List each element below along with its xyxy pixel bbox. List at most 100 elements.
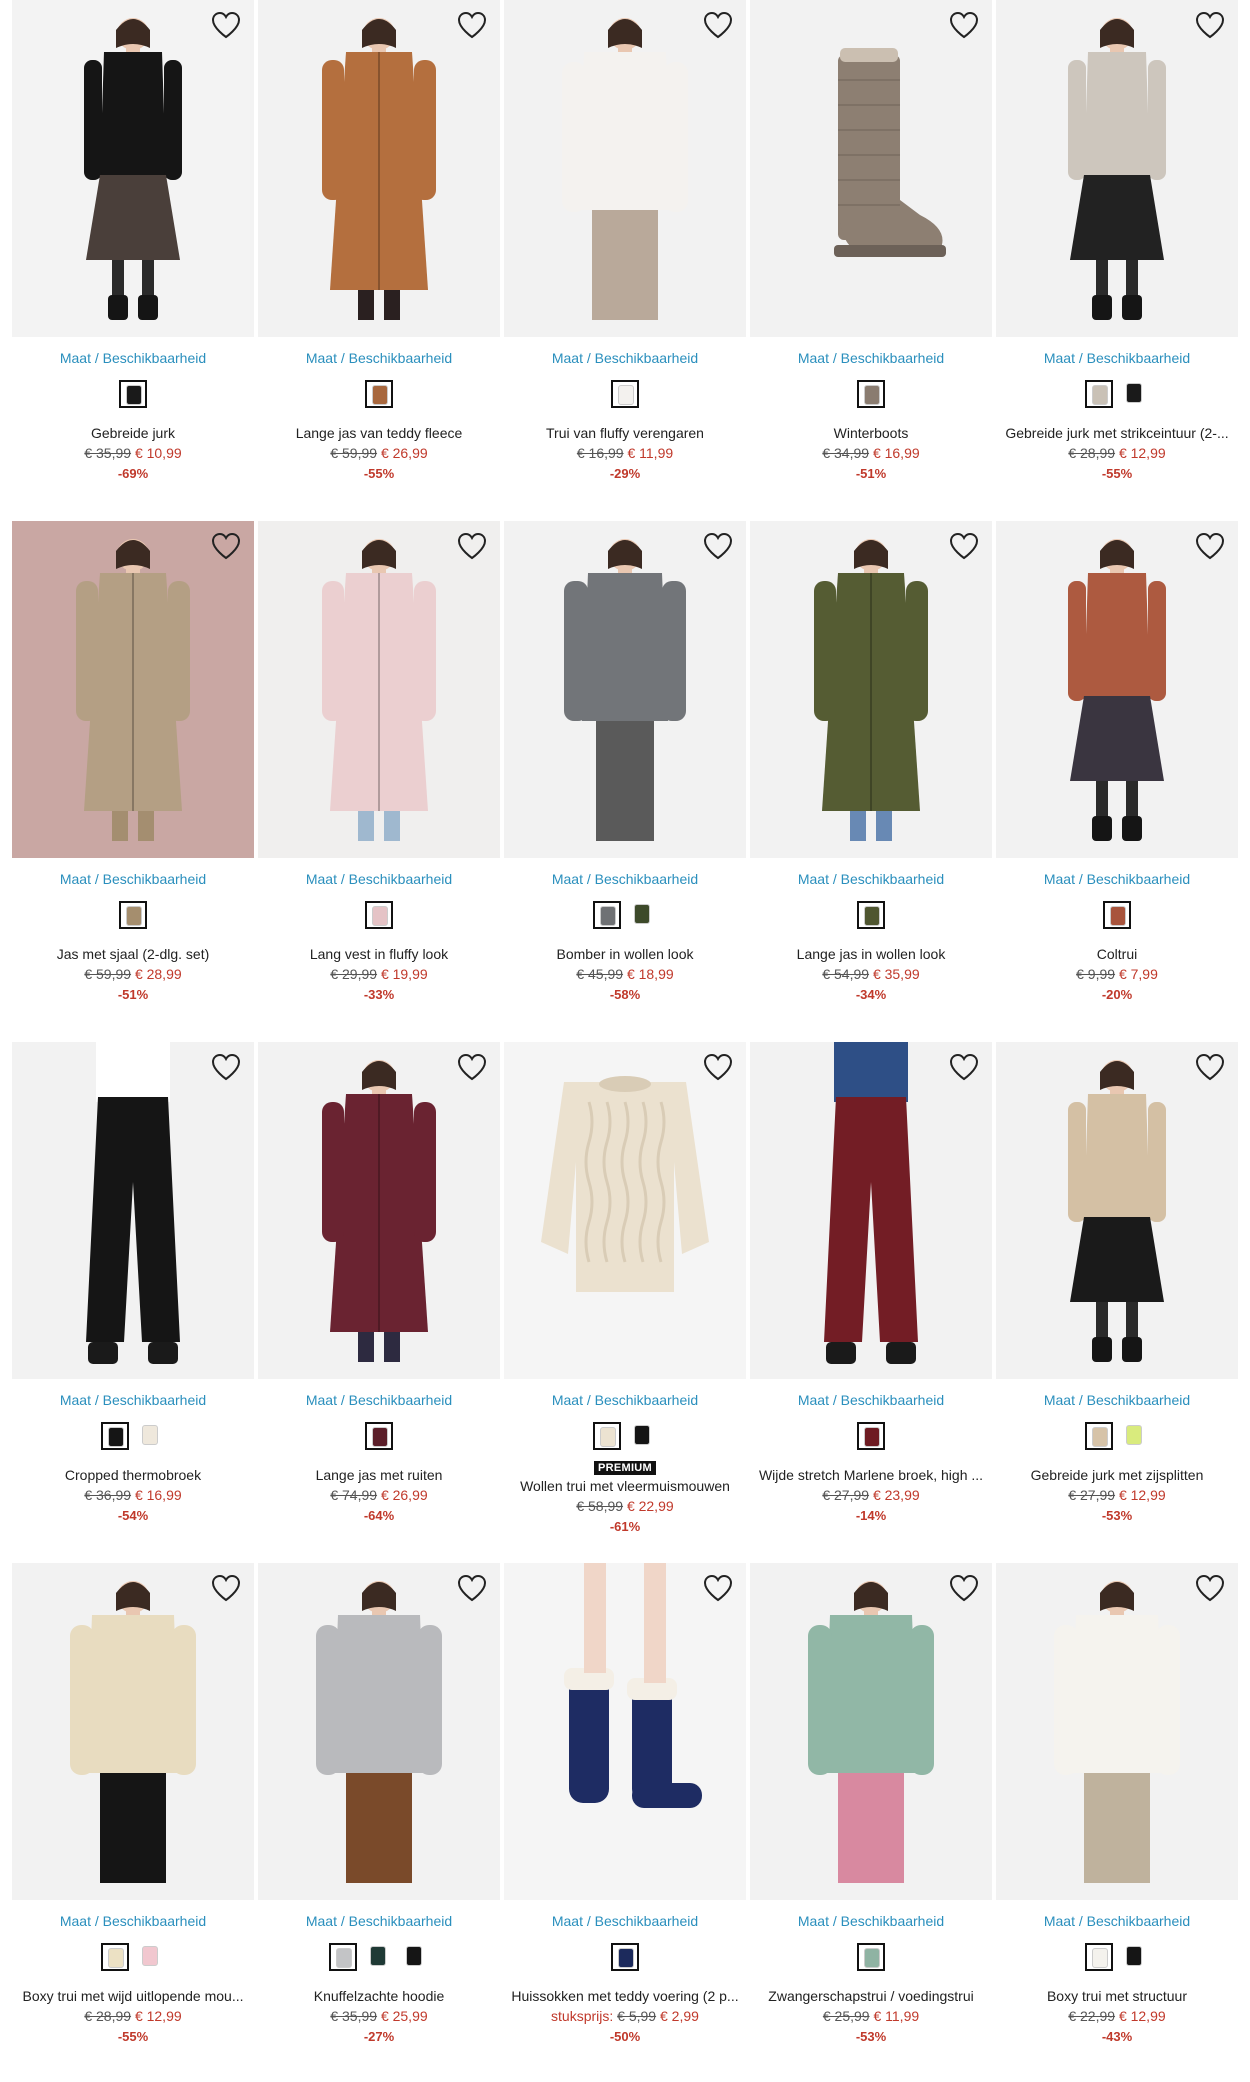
color-swatch[interactable]	[629, 901, 657, 929]
size-availability-link[interactable]: Maat / Beschikbaarheid	[504, 871, 746, 887]
product-image[interactable]	[504, 1563, 746, 1900]
wishlist-heart-icon[interactable]	[1194, 10, 1226, 40]
color-swatch[interactable]	[401, 1943, 429, 1971]
product-image[interactable]	[996, 0, 1238, 337]
size-availability-link[interactable]: Maat / Beschikbaarheid	[258, 1913, 500, 1929]
wishlist-heart-icon[interactable]	[948, 1052, 980, 1082]
color-swatch[interactable]	[1085, 1943, 1113, 1971]
size-availability-link[interactable]: Maat / Beschikbaarheid	[258, 871, 500, 887]
wishlist-heart-icon[interactable]	[456, 1052, 488, 1082]
color-swatch[interactable]	[629, 1422, 657, 1450]
product-image[interactable]	[504, 0, 746, 337]
wishlist-heart-icon[interactable]	[948, 1573, 980, 1603]
product-card[interactable]: Maat / Beschikbaarheid Boxy trui met wijd…	[12, 1563, 254, 2063]
product-image[interactable]	[12, 1563, 254, 1900]
product-name[interactable]: Lange jas van teddy fleece	[260, 425, 498, 441]
product-card[interactable]: Maat / Beschikbaarheid Lange jas met ruit…	[258, 1042, 500, 1542]
color-swatch[interactable]	[365, 380, 393, 408]
product-name[interactable]: Huissokken met teddy voering (2 p...	[506, 1988, 744, 2004]
product-name[interactable]: Lang vest in fluffy look	[260, 946, 498, 962]
product-name[interactable]: Bomber in wollen look	[506, 946, 744, 962]
product-image[interactable]	[258, 0, 500, 337]
product-card[interactable]: Maat / Beschikbaarheid Cropped thermobroe…	[12, 1042, 254, 1542]
product-card[interactable]: Maat / Beschikbaarheid Trui van fluffy ve…	[504, 0, 746, 500]
product-name[interactable]: Coltrui	[998, 946, 1236, 962]
wishlist-heart-icon[interactable]	[948, 531, 980, 561]
color-swatch[interactable]	[857, 901, 885, 929]
color-swatch[interactable]	[119, 380, 147, 408]
wishlist-heart-icon[interactable]	[210, 531, 242, 561]
color-swatch[interactable]	[365, 1943, 393, 1971]
product-card[interactable]: Maat / Beschikbaarheid PREMIUM Wollen trui…	[504, 1042, 746, 1542]
color-swatch[interactable]	[857, 1943, 885, 1971]
size-availability-link[interactable]: Maat / Beschikbaarheid	[996, 871, 1238, 887]
size-availability-link[interactable]: Maat / Beschikbaarheid	[504, 1913, 746, 1929]
size-availability-link[interactable]: Maat / Beschikbaarheid	[258, 1392, 500, 1408]
product-image[interactable]	[504, 521, 746, 858]
product-card[interactable]: Maat / Beschikbaarheid Winterboots € 34,99…	[750, 0, 992, 500]
product-name[interactable]: Trui van fluffy verengaren	[506, 425, 744, 441]
wishlist-heart-icon[interactable]	[948, 10, 980, 40]
color-swatch[interactable]	[857, 1422, 885, 1450]
product-name[interactable]: Gebreide jurk met strikceintuur (2-...	[998, 425, 1236, 441]
wishlist-heart-icon[interactable]	[456, 1573, 488, 1603]
size-availability-link[interactable]: Maat / Beschikbaarheid	[12, 871, 254, 887]
size-availability-link[interactable]: Maat / Beschikbaarheid	[750, 1913, 992, 1929]
product-image[interactable]	[750, 1042, 992, 1379]
product-name[interactable]: Lange jas met ruiten	[260, 1467, 498, 1483]
color-swatch[interactable]	[365, 1422, 393, 1450]
color-swatch[interactable]	[101, 1943, 129, 1971]
size-availability-link[interactable]: Maat / Beschikbaarheid	[12, 1913, 254, 1929]
color-swatch[interactable]	[329, 1943, 357, 1971]
color-swatch[interactable]	[1121, 1422, 1149, 1450]
color-swatch[interactable]	[611, 1943, 639, 1971]
color-swatch[interactable]	[593, 901, 621, 929]
size-availability-link[interactable]: Maat / Beschikbaarheid	[750, 871, 992, 887]
product-card[interactable]: Maat / Beschikbaarheid Lange jas in wolle…	[750, 521, 992, 1021]
size-availability-link[interactable]: Maat / Beschikbaarheid	[996, 1392, 1238, 1408]
product-image[interactable]	[12, 1042, 254, 1379]
product-card[interactable]: Maat / Beschikbaarheid Jas met sjaal (2-d…	[12, 521, 254, 1021]
color-swatch[interactable]	[101, 1422, 129, 1450]
size-availability-link[interactable]: Maat / Beschikbaarheid	[12, 350, 254, 366]
wishlist-heart-icon[interactable]	[702, 1052, 734, 1082]
wishlist-heart-icon[interactable]	[702, 531, 734, 561]
size-availability-link[interactable]: Maat / Beschikbaarheid	[750, 1392, 992, 1408]
wishlist-heart-icon[interactable]	[210, 1052, 242, 1082]
wishlist-heart-icon[interactable]	[456, 531, 488, 561]
product-name[interactable]: Winterboots	[752, 425, 990, 441]
color-swatch[interactable]	[1121, 380, 1149, 408]
size-availability-link[interactable]: Maat / Beschikbaarheid	[996, 350, 1238, 366]
wishlist-heart-icon[interactable]	[1194, 1573, 1226, 1603]
size-availability-link[interactable]: Maat / Beschikbaarheid	[996, 1913, 1238, 1929]
color-swatch[interactable]	[1121, 1943, 1149, 1971]
color-swatch[interactable]	[365, 901, 393, 929]
size-availability-link[interactable]: Maat / Beschikbaarheid	[258, 350, 500, 366]
color-swatch[interactable]	[137, 1422, 165, 1450]
product-name[interactable]: Gebreide jurk met zijsplitten	[998, 1467, 1236, 1483]
wishlist-heart-icon[interactable]	[210, 10, 242, 40]
product-image[interactable]	[12, 521, 254, 858]
product-name[interactable]: Jas met sjaal (2-dlg. set)	[14, 946, 252, 962]
product-card[interactable]: Maat / Beschikbaarheid Huissokken met ted…	[504, 1563, 746, 2063]
product-name[interactable]: Boxy trui met wijd uitlopende mou...	[14, 1988, 252, 2004]
product-image[interactable]	[12, 0, 254, 337]
product-image[interactable]	[750, 521, 992, 858]
product-image[interactable]	[504, 1042, 746, 1379]
product-name[interactable]: Wollen trui met vleermuismouwen	[506, 1478, 744, 1494]
product-image[interactable]	[996, 521, 1238, 858]
color-swatch[interactable]	[1085, 380, 1113, 408]
product-name[interactable]: Boxy trui met structuur	[998, 1988, 1236, 2004]
product-image[interactable]	[996, 1563, 1238, 1900]
product-card[interactable]: Maat / Beschikbaarheid Lange jas van tedd…	[258, 0, 500, 500]
size-availability-link[interactable]: Maat / Beschikbaarheid	[504, 1392, 746, 1408]
product-name[interactable]: Wijde stretch Marlene broek, high ...	[752, 1467, 990, 1483]
product-name[interactable]: Zwangerschapstrui / voedingstrui	[752, 1988, 990, 2004]
size-availability-link[interactable]: Maat / Beschikbaarheid	[750, 350, 992, 366]
product-image[interactable]	[750, 0, 992, 337]
product-image[interactable]	[258, 1563, 500, 1900]
wishlist-heart-icon[interactable]	[456, 10, 488, 40]
color-swatch[interactable]	[137, 1943, 165, 1971]
product-card[interactable]: Maat / Beschikbaarheid Zwangerschapstrui …	[750, 1563, 992, 2063]
product-image[interactable]	[996, 1042, 1238, 1379]
